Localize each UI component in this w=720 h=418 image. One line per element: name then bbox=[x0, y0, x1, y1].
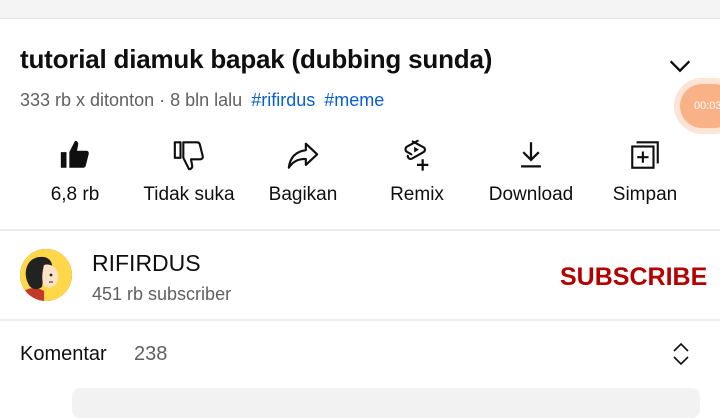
section-divider bbox=[0, 319, 720, 321]
download-icon bbox=[521, 142, 541, 168]
floating-timer-badge[interactable]: 00:03 bbox=[680, 84, 720, 128]
subscriber-count: 451 rb subscriber bbox=[92, 284, 232, 304]
subscribe-button[interactable]: SUBSCRIBE bbox=[560, 263, 707, 292]
share-button[interactable]: Bagikan bbox=[243, 138, 363, 206]
channel-avatar-image bbox=[20, 249, 72, 301]
section-divider bbox=[0, 229, 720, 231]
action-bar: 6,8 rb Tidak suka Bagikan Remix Download bbox=[0, 138, 720, 218]
remix-icon bbox=[404, 139, 429, 171]
view-count: 333 rb x ditonton bbox=[20, 90, 155, 110]
remix-button[interactable]: Remix bbox=[357, 138, 477, 206]
channel-name[interactable]: RIFIRDUS bbox=[92, 250, 201, 277]
upload-age: 8 bln lalu bbox=[170, 90, 243, 110]
meta-separator: · bbox=[159, 90, 166, 110]
video-meta: 333 rb x ditonton · 8 bln lalu #rifirdus… bbox=[20, 90, 384, 111]
top-strip bbox=[0, 0, 720, 19]
avatar[interactable] bbox=[20, 249, 72, 301]
thumbs-up-icon bbox=[60, 140, 89, 168]
video-title[interactable]: tutorial diamuk bapak (dubbing sunda) bbox=[20, 44, 492, 75]
comments-count: 238 bbox=[134, 343, 168, 365]
download-button[interactable]: Download bbox=[471, 138, 591, 206]
expand-collapse-icon[interactable] bbox=[670, 341, 692, 367]
share-icon bbox=[287, 142, 319, 169]
dislike-button[interactable]: Tidak suka bbox=[129, 138, 249, 206]
download-label: Download bbox=[488, 184, 574, 205]
save-playlist-icon bbox=[631, 141, 659, 169]
thumbs-down-icon bbox=[173, 141, 204, 171]
share-label: Bagikan bbox=[268, 184, 338, 205]
floating-timer-text: 00:03 bbox=[694, 100, 720, 112]
like-count: 6,8 rb bbox=[50, 184, 100, 205]
hashtag-link[interactable]: #meme bbox=[324, 90, 384, 110]
remix-label: Remix bbox=[390, 184, 444, 205]
save-button[interactable]: Simpan bbox=[585, 138, 705, 206]
dislike-label: Tidak suka bbox=[143, 184, 235, 205]
like-button[interactable]: 6,8 rb bbox=[15, 138, 135, 206]
save-label: Simpan bbox=[612, 184, 678, 205]
hashtag-link[interactable]: #rifirdus bbox=[251, 90, 315, 110]
comment-preview-box[interactable] bbox=[72, 388, 700, 418]
chevron-down-icon[interactable] bbox=[666, 52, 694, 80]
comments-header[interactable]: Komentar bbox=[20, 343, 107, 366]
